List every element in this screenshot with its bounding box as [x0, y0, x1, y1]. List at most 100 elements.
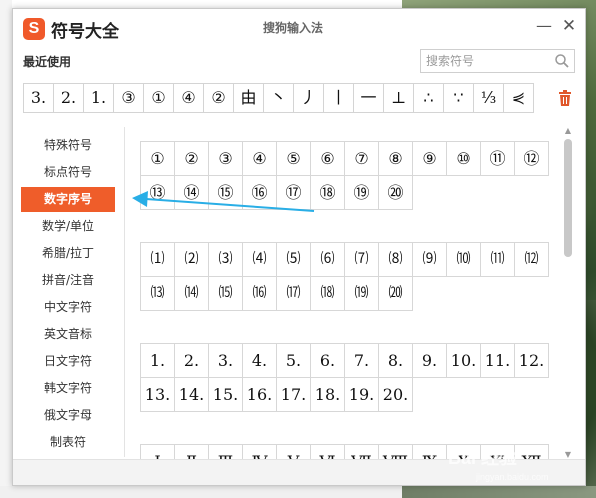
recent-symbol-cell[interactable]: ⋞: [503, 83, 534, 113]
sidebar-item[interactable]: 中文字符: [21, 295, 115, 320]
symbol-cell[interactable]: ⑤: [276, 141, 311, 176]
symbol-cell[interactable]: ⑩: [446, 141, 481, 176]
recent-symbol-cell[interactable]: ①: [143, 83, 174, 113]
symbol-cell[interactable]: 14.: [174, 377, 209, 412]
recent-symbol-cell[interactable]: 一: [353, 83, 384, 113]
scroll-up-icon[interactable]: ▲: [563, 127, 573, 135]
recent-symbol-cell[interactable]: 2.: [53, 83, 84, 113]
search-icon[interactable]: [554, 53, 570, 69]
symbol-cell[interactable]: ③: [208, 141, 243, 176]
recent-symbol-cell[interactable]: 丿: [293, 83, 324, 113]
symbol-cell[interactable]: 9.: [412, 343, 447, 378]
symbol-cell[interactable]: Ⅵ: [310, 444, 345, 459]
recent-symbol-cell[interactable]: ∴: [413, 83, 444, 113]
trash-icon[interactable]: [557, 89, 573, 107]
recent-symbol-cell[interactable]: 3.: [23, 83, 54, 113]
symbol-cell[interactable]: ⑽: [446, 242, 481, 277]
symbol-cell[interactable]: 6.: [310, 343, 345, 378]
symbol-cell[interactable]: ⒄: [276, 276, 311, 311]
symbol-cell[interactable]: 4.: [242, 343, 277, 378]
symbol-cell[interactable]: ⑶: [208, 242, 243, 277]
symbol-cell[interactable]: ⑨: [412, 141, 447, 176]
recent-symbol-cell[interactable]: ∵: [443, 83, 474, 113]
search-input[interactable]: [421, 50, 551, 72]
symbol-cell[interactable]: Ⅰ: [140, 444, 175, 459]
scroll-down-icon[interactable]: ▼: [563, 451, 573, 459]
symbol-cell[interactable]: ⑥: [310, 141, 345, 176]
recent-symbol-cell[interactable]: ②: [203, 83, 234, 113]
symbol-cell[interactable]: 8.: [378, 343, 413, 378]
symbol-cell[interactable]: Ⅸ: [412, 444, 447, 459]
symbol-cell[interactable]: 18.: [310, 377, 345, 412]
symbol-cell[interactable]: 11.: [480, 343, 515, 378]
symbol-cell[interactable]: 16.: [242, 377, 277, 412]
symbol-cell[interactable]: ⑸: [276, 242, 311, 277]
scroll-thumb[interactable]: [564, 139, 572, 257]
symbol-cell[interactable]: ⒁: [174, 276, 209, 311]
symbol-cell[interactable]: ⒆: [344, 276, 379, 311]
symbol-cell[interactable]: ⒅: [310, 276, 345, 311]
sidebar-item[interactable]: 特殊符号: [21, 133, 115, 158]
symbol-cell[interactable]: ⑳: [378, 175, 413, 210]
symbol-cell[interactable]: 15.: [208, 377, 243, 412]
symbol-cell[interactable]: 20.: [378, 377, 413, 412]
symbol-cell[interactable]: ⑲: [344, 175, 379, 210]
symbol-cell[interactable]: ⑧: [378, 141, 413, 176]
recent-symbol-cell[interactable]: ④: [173, 83, 204, 113]
title-bar[interactable]: S 符号大全 搜狗输入法 — ✕: [13, 9, 585, 47]
sidebar-item[interactable]: 拼音/注音: [21, 268, 115, 293]
symbol-cell[interactable]: Ⅲ: [208, 444, 243, 459]
symbol-cell[interactable]: 7.: [344, 343, 379, 378]
symbol-cell[interactable]: 17.: [276, 377, 311, 412]
recent-symbol-cell[interactable]: ③: [113, 83, 144, 113]
recent-symbol-cell[interactable]: ⊥: [383, 83, 414, 113]
symbol-cell[interactable]: ⑱: [310, 175, 345, 210]
symbol-cell[interactable]: ⑹: [310, 242, 345, 277]
sidebar-item[interactable]: 数学/单位: [21, 214, 115, 239]
symbol-cell[interactable]: ⒃: [242, 276, 277, 311]
symbol-cell[interactable]: Ⅴ: [276, 444, 311, 459]
symbol-cell[interactable]: Ⅷ: [378, 444, 413, 459]
sidebar-item[interactable]: 韩文字符: [21, 376, 115, 401]
symbol-cell[interactable]: 1.: [140, 343, 175, 378]
symbol-cell[interactable]: 10.: [446, 343, 481, 378]
symbol-cell[interactable]: ④: [242, 141, 277, 176]
symbol-cell[interactable]: ⑬: [140, 175, 175, 210]
symbol-cell[interactable]: ⑼: [412, 242, 447, 277]
sidebar-item[interactable]: 标点符号: [21, 160, 115, 185]
symbol-cell[interactable]: 5.: [276, 343, 311, 378]
symbol-cell[interactable]: ⑾: [480, 242, 515, 277]
symbol-cell[interactable]: ⑭: [174, 175, 209, 210]
symbol-cell[interactable]: ②: [174, 141, 209, 176]
search-box[interactable]: [420, 49, 575, 73]
symbol-cell[interactable]: Ⅱ: [174, 444, 209, 459]
symbol-cell[interactable]: ⑪: [480, 141, 515, 176]
recent-symbol-cell[interactable]: ⅓: [473, 83, 504, 113]
symbol-cell[interactable]: ⑵: [174, 242, 209, 277]
symbol-cell[interactable]: ⑴: [140, 242, 175, 277]
symbol-cell[interactable]: ⒀: [140, 276, 175, 311]
symbol-cell[interactable]: ⒂: [208, 276, 243, 311]
symbol-cell[interactable]: 2.: [174, 343, 209, 378]
recent-symbol-cell[interactable]: 丶: [263, 83, 294, 113]
symbol-cell[interactable]: ⑯: [242, 175, 277, 210]
recent-symbol-cell[interactable]: 1.: [83, 83, 114, 113]
minimize-button[interactable]: —: [533, 15, 555, 37]
symbol-cell[interactable]: 3.: [208, 343, 243, 378]
symbol-cell[interactable]: 19.: [344, 377, 379, 412]
symbol-cell[interactable]: ⑫: [514, 141, 549, 176]
symbol-cell[interactable]: ⑻: [378, 242, 413, 277]
recent-symbol-cell[interactable]: 丨: [323, 83, 354, 113]
symbol-cell[interactable]: 12.: [514, 343, 549, 378]
sidebar-item[interactable]: 英文音标: [21, 322, 115, 347]
symbol-cell[interactable]: Ⅶ: [344, 444, 379, 459]
close-button[interactable]: ✕: [558, 15, 580, 37]
sidebar-item[interactable]: 俄文字母: [21, 403, 115, 428]
symbol-cell[interactable]: 13.: [140, 377, 175, 412]
sidebar-item[interactable]: 数字序号: [21, 187, 115, 212]
sidebar-item[interactable]: 制表符: [21, 430, 115, 455]
symbol-cell[interactable]: Ⅻ: [514, 444, 549, 459]
symbol-cell[interactable]: ①: [140, 141, 175, 176]
recent-symbol-cell[interactable]: 由: [233, 83, 264, 113]
symbol-cell[interactable]: ⒇: [378, 276, 413, 311]
